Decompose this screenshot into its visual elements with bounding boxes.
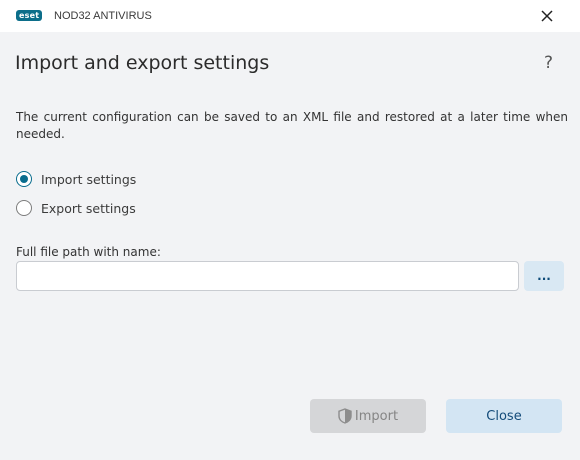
eset-logo: eset [16,10,43,21]
export-settings-option[interactable]: Export settings [16,199,136,217]
product-name: NOD32 ANTIVIRUS [54,10,152,22]
shield-icon [338,408,352,424]
help-icon[interactable]: ? [544,52,553,74]
title-bar: eset NOD32 ANTIVIRUS [0,0,580,32]
browse-button[interactable]: ... [524,261,564,291]
export-settings-label: Export settings [41,200,136,216]
description-text: The current configuration can be saved t… [16,110,568,141]
file-path-input[interactable] [16,261,519,291]
import-settings-option[interactable]: Import settings [16,170,136,188]
radio-import[interactable] [16,171,32,187]
close-button[interactable]: Close [446,399,562,433]
radio-export[interactable] [16,200,32,216]
import-button[interactable]: Import [310,399,426,433]
page-title: Import and export settings [15,52,270,74]
file-path-label: Full file path with name: [16,245,161,259]
import-button-label: Import [354,408,399,424]
close-icon[interactable] [538,7,556,25]
import-settings-label: Import settings [41,171,137,187]
